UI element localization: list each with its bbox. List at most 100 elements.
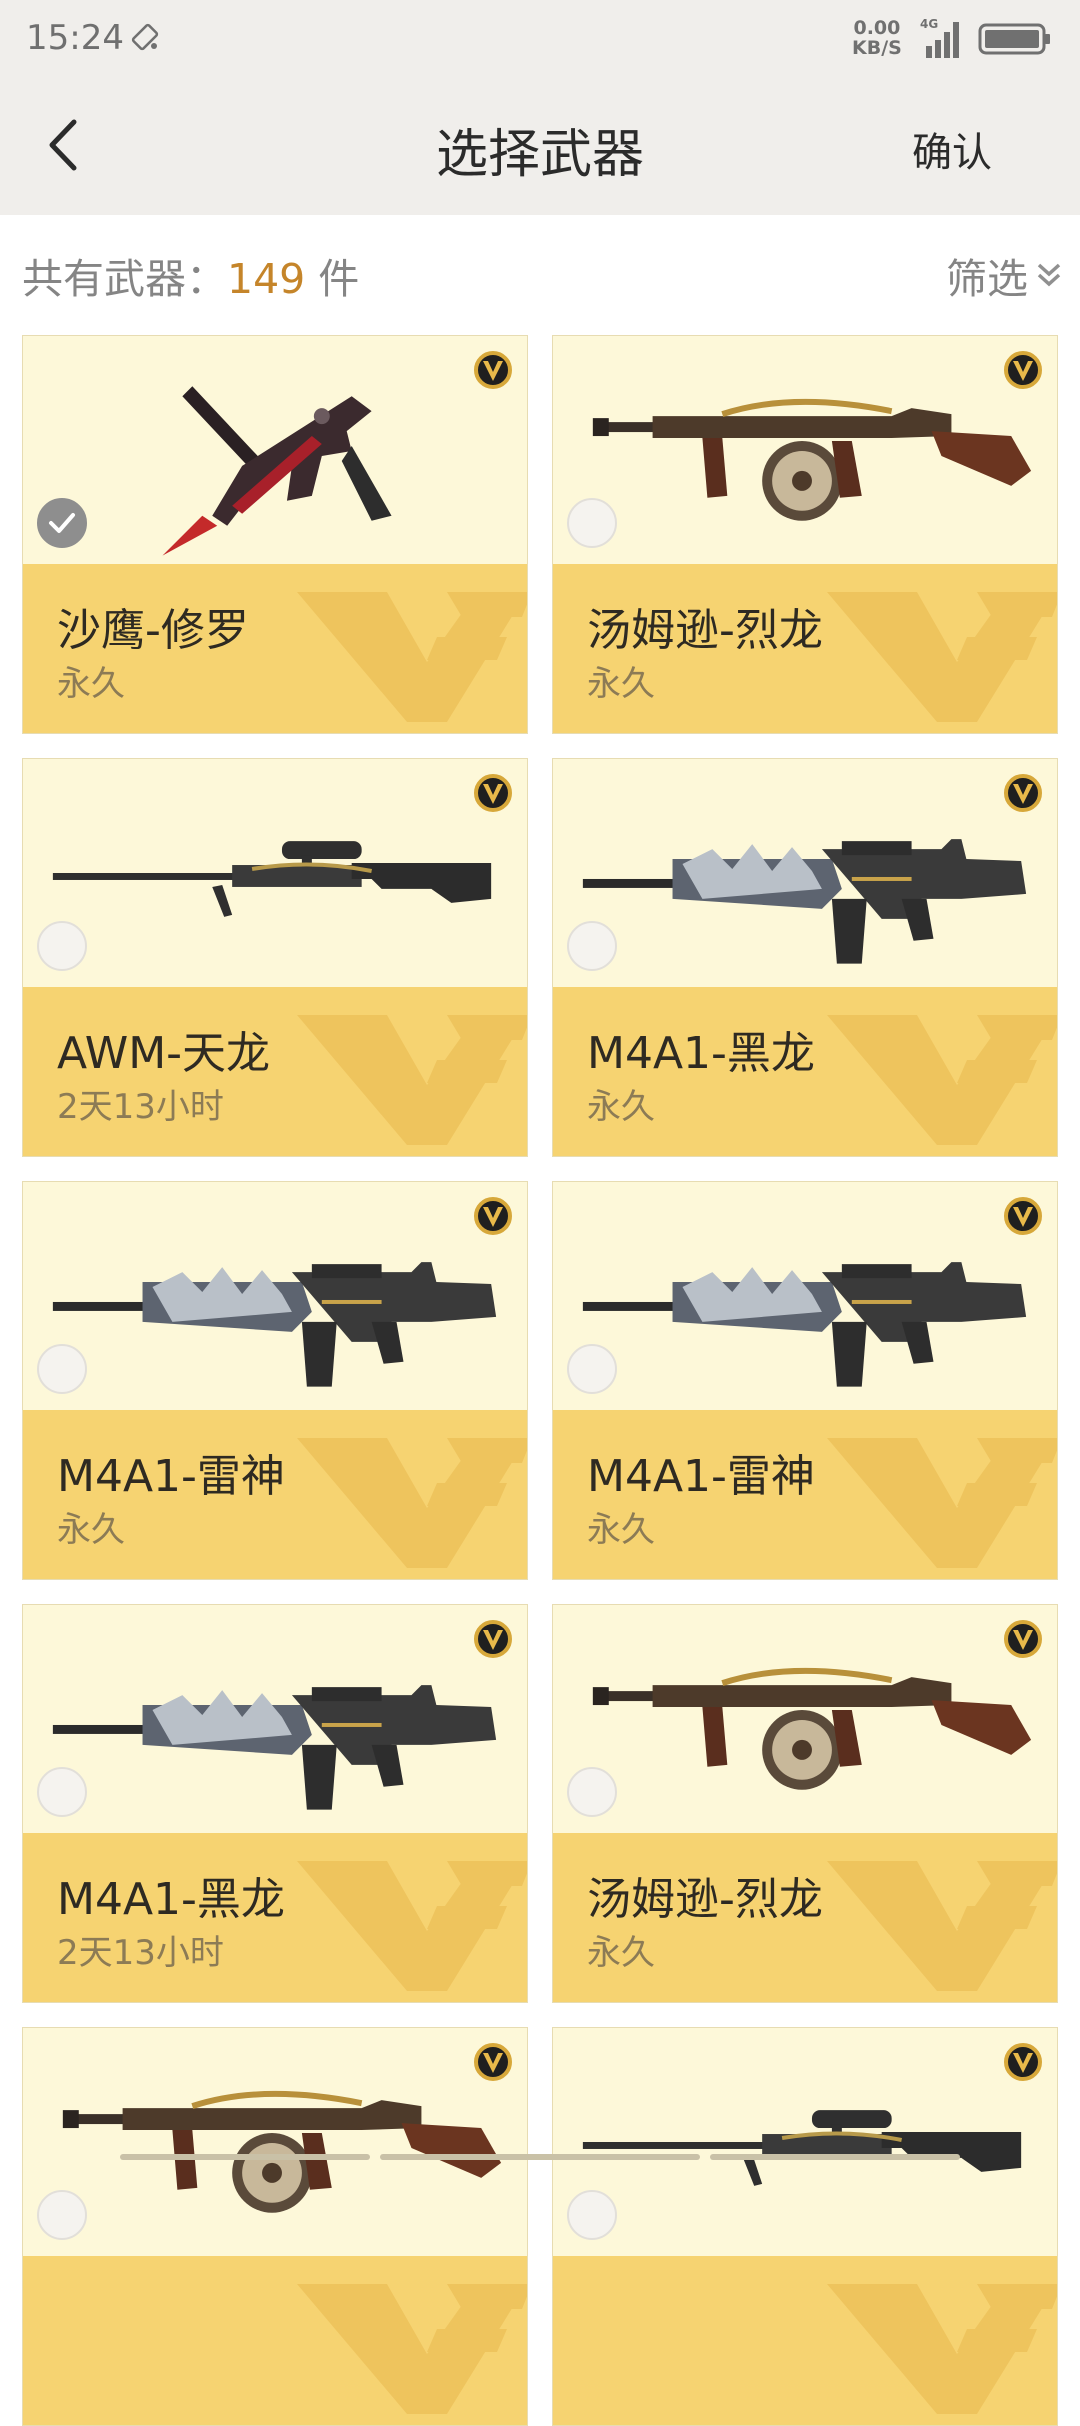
weapon-info: M4A1-黑龙 2天13小时 <box>23 1833 527 2002</box>
cf-logo-watermark-icon <box>297 2284 527 2414</box>
weapon-image <box>23 759 527 987</box>
select-radio[interactable] <box>37 1767 87 1817</box>
weapon-image <box>553 1605 1057 1833</box>
vip-badge-icon <box>474 2043 512 2081</box>
weapon-info: M4A1-黑龙 永久 <box>553 987 1057 1156</box>
weapon-duration: 2天13小时 <box>57 1933 224 1973</box>
weapon-duration: 永久 <box>57 664 125 704</box>
weapon-info: AWM-天龙 2天13小时 <box>23 987 527 1156</box>
double-chevron-down-icon <box>1037 263 1061 287</box>
weapon-info: M4A1-雷神 永久 <box>23 1410 527 1579</box>
select-radio[interactable] <box>37 498 87 548</box>
cf-logo-watermark-icon <box>827 1015 1057 1145</box>
status-bar: 15:24 0.00 KB/S 4G <box>0 0 1080 80</box>
weapon-count: 共有武器：149 件 <box>22 245 359 305</box>
weapon-card[interactable]: 汤姆逊-烈龙 永久 <box>552 335 1058 734</box>
cf-logo-watermark-icon <box>297 1438 527 1568</box>
vip-badge-icon <box>1004 351 1042 389</box>
vip-badge-icon <box>474 351 512 389</box>
select-radio[interactable] <box>567 2190 617 2240</box>
weapon-card[interactable]: M4A1-黑龙 永久 <box>552 758 1058 1157</box>
select-radio[interactable] <box>567 921 617 971</box>
weapon-duration: 永久 <box>587 1087 655 1127</box>
weapon-card[interactable] <box>552 2027 1058 2426</box>
rifle-icon <box>582 1262 1027 1387</box>
weapon-name: 汤姆逊-烈龙 <box>587 1874 823 1925</box>
weapon-image <box>23 1605 527 1833</box>
weapon-image <box>553 336 1057 564</box>
smg-icon <box>592 398 1032 521</box>
weapon-image <box>23 2028 527 2256</box>
battery-icon <box>978 23 1050 55</box>
weapon-name: AWM-天龙 <box>57 1028 271 1079</box>
rifle-icon <box>52 1685 497 1810</box>
filter-label: 筛选 <box>946 255 1028 303</box>
vip-badge-icon <box>474 1197 512 1235</box>
weapon-card[interactable]: 汤姆逊-烈龙 永久 <box>552 1604 1058 2003</box>
weapon-image <box>553 759 1057 987</box>
filter-button[interactable]: 筛选 <box>946 245 1064 305</box>
cf-logo-watermark-icon <box>827 2284 1057 2414</box>
weapon-card[interactable]: M4A1-黑龙 2天13小时 <box>22 1604 528 2003</box>
cf-logo-watermark-icon <box>827 1861 1057 1991</box>
select-radio[interactable] <box>567 1767 617 1817</box>
select-radio[interactable] <box>567 1344 617 1394</box>
weapon-image <box>553 1182 1057 1410</box>
vip-badge-icon <box>474 774 512 812</box>
weapon-image <box>23 1182 527 1410</box>
cf-logo-watermark-icon <box>827 1438 1057 1568</box>
smg-icon <box>592 1667 1032 1790</box>
weapon-duration: 永久 <box>587 1510 655 1550</box>
select-radio[interactable] <box>37 2190 87 2240</box>
vip-badge-icon <box>1004 774 1042 812</box>
confirm-button[interactable]: 确认 <box>912 120 992 178</box>
vip-badge-icon <box>1004 1620 1042 1658</box>
weapon-name: M4A1-黑龙 <box>587 1028 815 1079</box>
weapon-duration: 永久 <box>587 664 655 704</box>
cf-logo-watermark-icon <box>827 592 1057 722</box>
signal-icon: 4G <box>920 17 959 58</box>
rifle-icon <box>582 839 1027 964</box>
weapon-card[interactable]: M4A1-雷神 永久 <box>552 1181 1058 1580</box>
rotation-lock-icon <box>131 23 159 51</box>
top-nav-bar: 选择武器 确认 <box>0 80 1080 215</box>
count-unit: 件 <box>305 255 360 303</box>
weapon-duration: 永久 <box>57 1510 125 1550</box>
speed-unit: KB/S <box>852 37 902 59</box>
count-number: 149 <box>227 255 306 303</box>
select-radio[interactable] <box>37 1344 87 1394</box>
rifle-icon <box>52 1262 497 1387</box>
weapon-card[interactable]: AWM-天龙 2天13小时 <box>22 758 528 1157</box>
weapon-info: 汤姆逊-烈龙 永久 <box>553 1833 1057 2002</box>
weapon-info <box>553 2256 1057 2425</box>
speed-value: 0.00 <box>853 17 901 39</box>
checkmark-icon <box>49 513 75 533</box>
weapon-card[interactable]: M4A1-雷神 永久 <box>22 1181 528 1580</box>
vip-badge-icon <box>1004 2043 1042 2081</box>
pistol-icon <box>162 386 392 556</box>
weapon-name: 汤姆逊-烈龙 <box>587 605 823 656</box>
weapon-name: 沙鹰-修罗 <box>57 605 249 656</box>
vip-badge-icon <box>1004 1197 1042 1235</box>
select-radio[interactable] <box>37 921 87 971</box>
cf-logo-watermark-icon <box>297 1861 527 1991</box>
weapon-card[interactable]: 沙鹰-修罗 永久 <box>22 335 528 734</box>
select-radio[interactable] <box>567 498 617 548</box>
gesture-bar <box>0 2152 1080 2160</box>
weapon-info: 沙鹰-修罗 永久 <box>23 564 527 733</box>
weapon-info <box>23 2256 527 2425</box>
weapon-name: M4A1-雷神 <box>587 1451 815 1502</box>
count-label: 共有武器： <box>22 255 227 303</box>
weapon-name: M4A1-黑龙 <box>57 1874 285 1925</box>
svg-text:4G: 4G <box>920 17 938 31</box>
status-time: 15:24 <box>26 18 124 58</box>
cf-logo-watermark-icon <box>297 592 527 722</box>
smg-icon <box>62 2090 502 2213</box>
network-speed: 0.00 KB/S <box>852 18 902 58</box>
weapon-card[interactable] <box>22 2027 528 2426</box>
weapon-count-row: 共有武器：149 件 筛选 <box>0 215 1080 325</box>
sniper-icon <box>52 841 492 917</box>
sniper-icon <box>582 2110 1022 2186</box>
weapon-duration: 永久 <box>587 1933 655 1973</box>
weapon-info: M4A1-雷神 永久 <box>553 1410 1057 1579</box>
